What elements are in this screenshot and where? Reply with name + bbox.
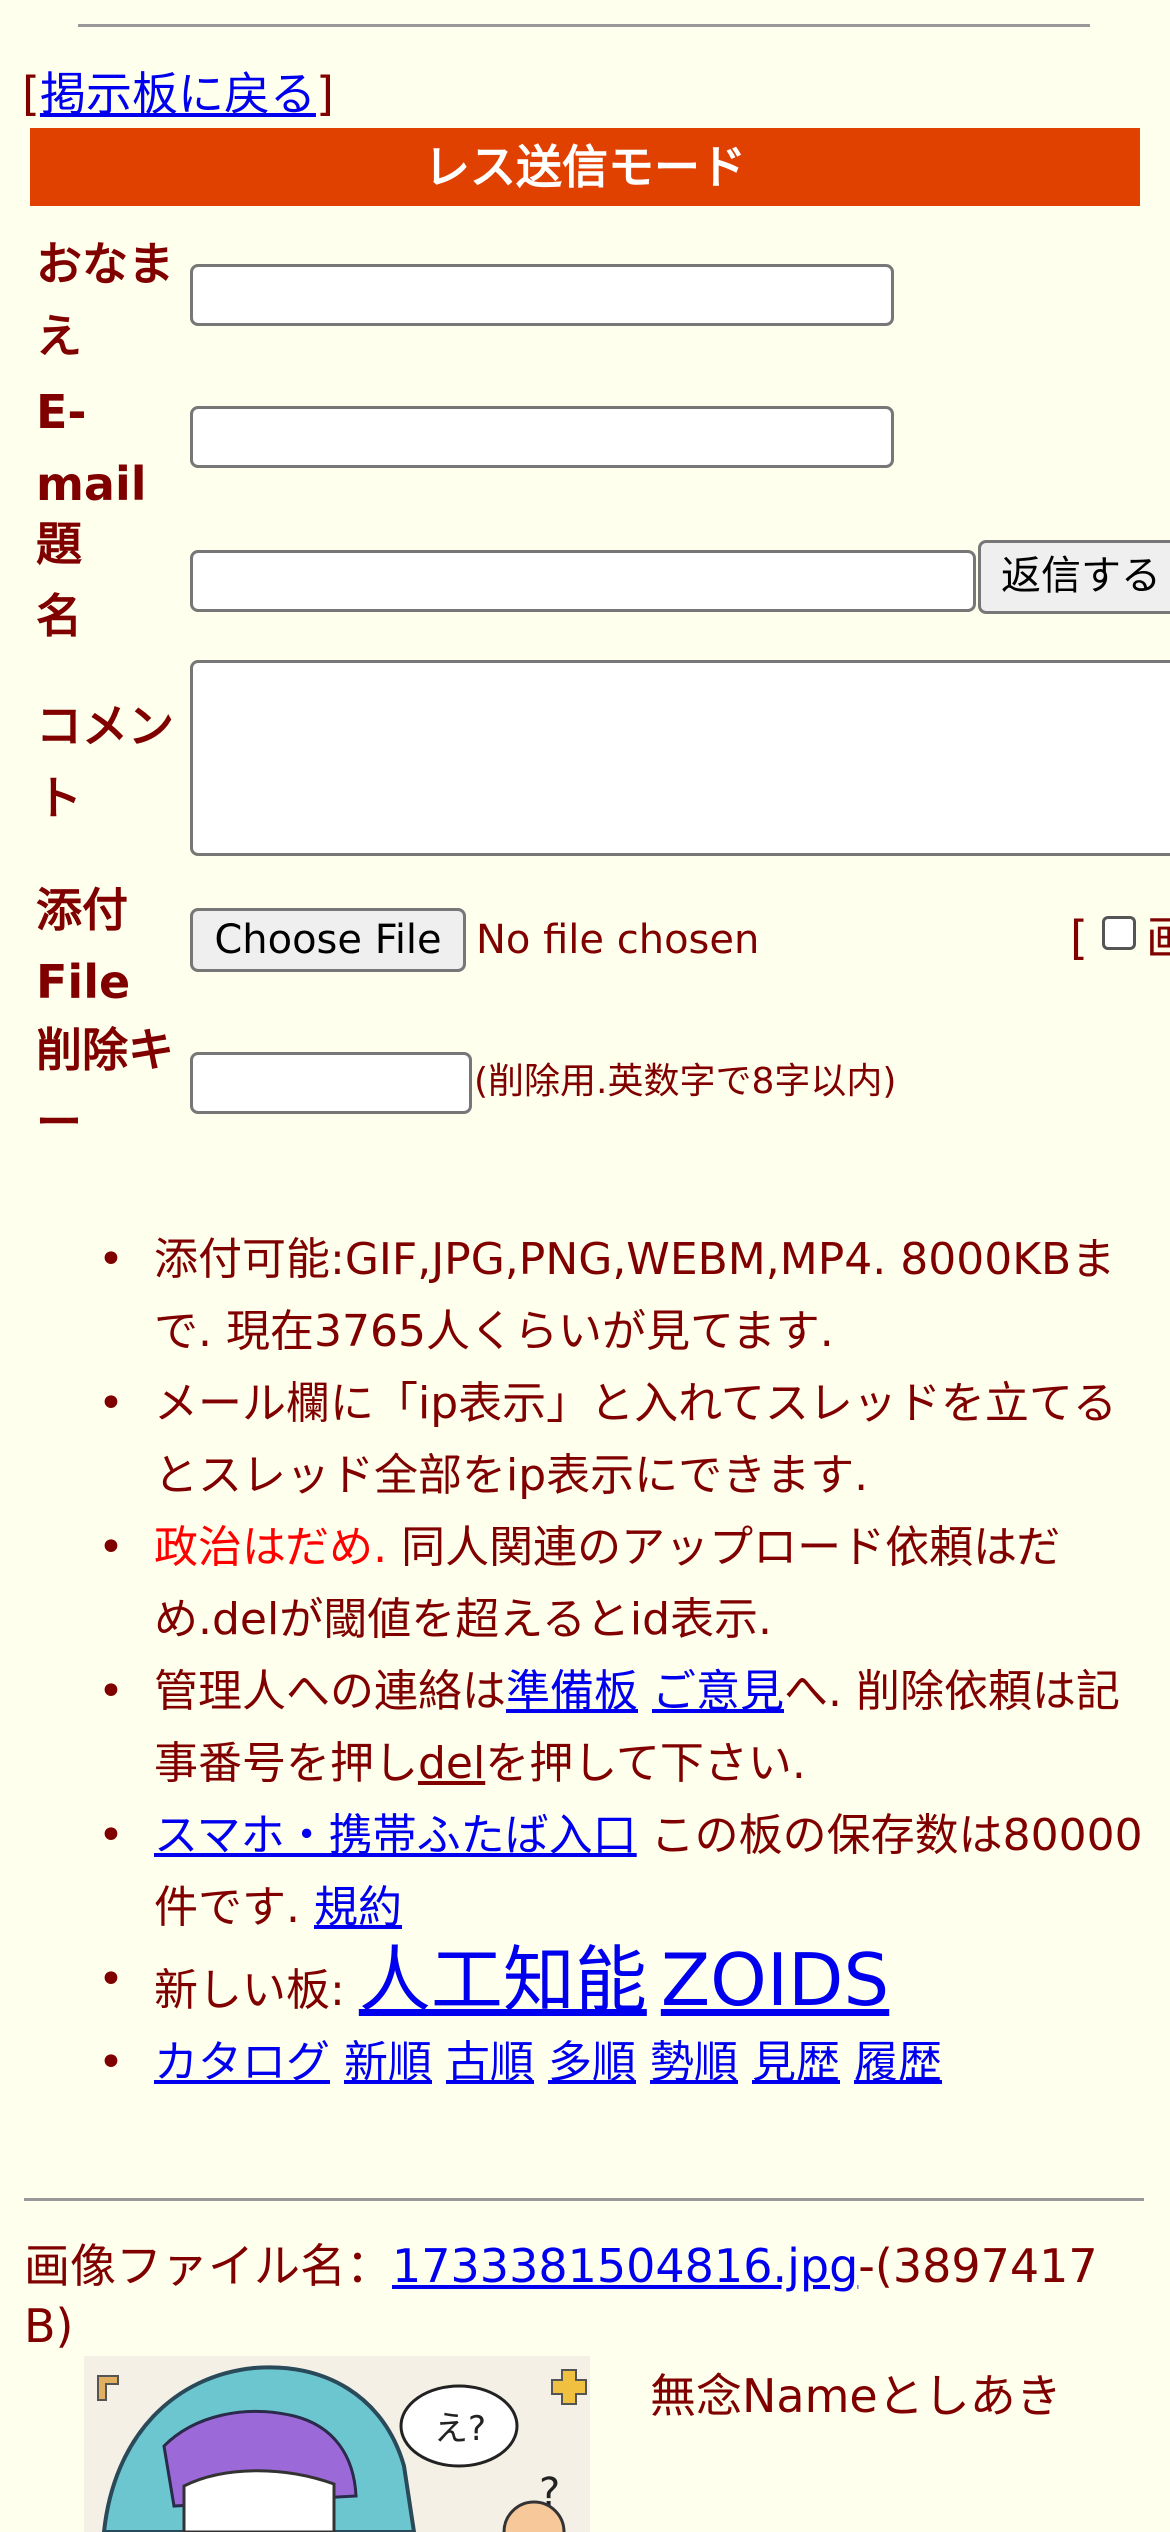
feedback-link[interactable]: ご意見 [652,1666,784,1717]
checkbox-bracket: [ [1070,911,1088,965]
name-input[interactable] [190,264,894,326]
section-divider [24,2198,1144,2201]
image-only-checkbox[interactable] [1102,916,1136,950]
list-item: 政治はだめ. 同人関連のアップロード依頼はだめ.delが閾値を超えるとid表示. [98,1512,1150,1656]
back-to-board-link[interactable]: 掲示板に戻る [40,67,316,121]
list-item: 添付可能:GIF,JPG,PNG,WEBM,MP4. 8000KBまで. 現在3… [98,1224,1150,1368]
email-label-line1: E- [36,385,87,439]
name-label: おなま え [36,228,174,372]
board-notes-list: 添付可能:GIF,JPG,PNG,WEBM,MP4. 8000KBまで. 現在3… [0,1224,1150,2099]
delete-key-hint: (削除用.英数字で8字以内) [474,1061,897,1102]
ip-display-info-text: メール欄に「ip表示」と入れてスレッドを立てるとスレッド全部をip表示にできます… [154,1378,1117,1501]
email-input[interactable] [190,406,894,468]
viewed-history-link[interactable]: 見歴 [752,2037,840,2088]
delete-key-label-line2: ー [36,1095,82,1149]
attach-label-line1: 添付 [36,883,128,937]
image-file-link[interactable]: 1733381504816.jpg [392,2239,858,2293]
back-nav: [掲示板に戻る] [22,58,334,124]
file-prefix: 画像ファイル名： [24,2239,392,2293]
contact-text: 管理人への連絡は [154,1666,506,1717]
delete-key-label-line1: 削除キ [36,1023,174,1077]
terms-link[interactable]: 規約 [314,1882,402,1933]
top-divider [78,24,1090,27]
new-boards-text: 新しい板: [154,1965,359,2016]
svg-text:え?: え? [434,2409,486,2449]
image-file-info: 画像ファイル名：1733381504816.jpg-(3897417 B) [24,2236,1154,2356]
attach-info-text: 添付可能:GIF,JPG,PNG,WEBM,MP4. 8000KBまで. 現在3… [154,1234,1116,1357]
post-history-link[interactable]: 履歴 [854,2037,942,2088]
list-item: 管理人への連絡は準備板 ご意見へ. 削除依頼は記事番号を押しdelを押して下さい… [98,1656,1150,1800]
choose-file-button[interactable]: Choose File [190,908,466,972]
sort-new-link[interactable]: 新順 [344,2037,432,2088]
list-item: メール欄に「ip表示」と入れてスレッドを立てるとスレッド全部をip表示にできます… [98,1368,1150,1512]
delete-key-input[interactable] [190,1052,472,1114]
post-thumbnail[interactable]: え? ? [84,2356,590,2532]
catalog-link[interactable]: カタログ [154,2037,330,2088]
delete-request-text-end: を押して下さい. [485,1738,806,1789]
delete-key-label: 削除キ ー [36,1014,174,1158]
name-label-line2: え [36,309,82,363]
subject-label-line2: 名 [36,589,82,643]
comment-textarea[interactable] [190,660,1170,856]
attach-label-line2: File [36,955,131,1009]
list-item: 新しい板: 人工知能 ZOIDS [98,1944,1150,2027]
attach-label: 添付 File [36,874,130,1018]
sort-old-link[interactable]: 古順 [446,2037,534,2088]
reply-submit-button[interactable]: 返信する [978,540,1170,614]
link-spacer [638,1666,652,1717]
sort-many-link[interactable]: 多順 [548,2037,636,2088]
subject-label-line1: 題 [36,517,82,571]
subject-input[interactable] [190,550,976,612]
name-label-line1: おなま [36,237,174,291]
sort-momentum-link[interactable]: 勢順 [650,2037,738,2088]
del-link[interactable]: del [418,1738,485,1789]
comment-label-line2: ト [36,771,82,825]
list-item: スマホ・携帯ふたば入口 この板の保存数は80000件です. 規約 [98,1800,1150,1944]
reply-mode-banner: レス送信モード [30,128,1140,206]
ai-board-link[interactable]: 人工知能 [359,1938,647,2022]
email-label: E- mail [36,376,147,520]
no-politics-warning: 政治はだめ. [154,1522,388,1573]
subject-label: 題 名 [36,508,82,652]
prep-board-link[interactable]: 準備板 [506,1666,638,1717]
image-only-label: 画 [1146,911,1170,965]
mobile-entrance-link[interactable]: スマホ・携帯ふたば入口 [154,1810,637,1861]
poster-name: 無念Nameとしあき [650,2369,1062,2423]
zoids-board-link[interactable]: ZOIDS [661,1938,889,2022]
list-item: カタログ 新順 古順 多順 勢順 見歴 履歴 [98,2027,1150,2099]
no-file-status: No file chosen [476,917,760,963]
comment-label-line1: コメン [36,699,174,753]
bracket-close: ] [315,67,334,121]
comment-label: コメン ト [36,690,174,834]
bracket-open: [ [22,67,40,121]
